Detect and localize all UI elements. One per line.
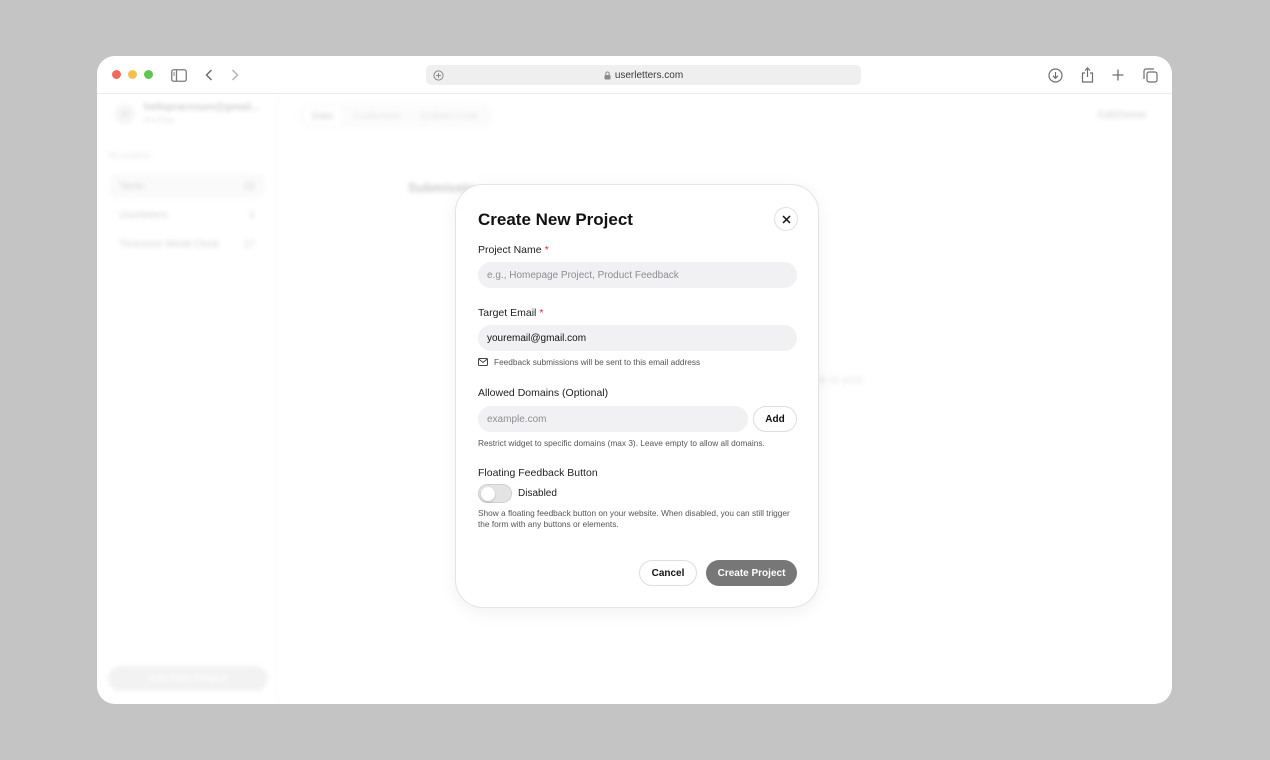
project-name-input[interactable]	[478, 262, 797, 288]
required-marker: *	[539, 307, 544, 319]
site-settings-icon[interactable]	[432, 69, 444, 81]
toggle-state-label: Disabled	[518, 488, 557, 499]
project-name-label-text: Project Name	[478, 244, 542, 256]
allowed-domains-label: Allowed Domains (Optional)	[478, 387, 609, 399]
back-icon[interactable]	[199, 65, 219, 85]
create-project-button[interactable]: Create Project	[706, 560, 797, 586]
email-hint: Feedback submissions will be sent to thi…	[478, 357, 700, 367]
sidebar-toggle-icon[interactable]	[169, 65, 189, 85]
browser-toolbar: userletters.com	[97, 56, 1172, 94]
url-text: userletters.com	[614, 69, 684, 81]
maximize-window-button[interactable]	[144, 70, 153, 79]
domains-hint: Restrict widget to specific domains (max…	[478, 438, 765, 448]
project-name-label: Project Name *	[478, 244, 549, 256]
browser-window: userletters.com H hellopracnsum@gmail...…	[97, 56, 1172, 704]
floating-button-label: Floating Feedback Button	[478, 467, 598, 479]
email-hint-text: Feedback submissions will be sent to thi…	[494, 357, 701, 367]
dialog-title: Create New Project	[478, 210, 633, 229]
forward-icon[interactable]	[225, 65, 245, 85]
domain-input[interactable]	[478, 406, 748, 432]
cancel-button[interactable]: Cancel	[639, 560, 697, 586]
address-bar[interactable]: userletters.com	[426, 65, 861, 85]
close-icon	[781, 214, 791, 224]
target-email-input[interactable]	[478, 325, 797, 351]
lock-icon	[604, 71, 611, 80]
floating-button-description: Show a floating feedback button on your …	[478, 508, 790, 529]
floating-button-toggle[interactable]	[478, 484, 512, 503]
tab-overview-icon[interactable]	[1140, 65, 1160, 85]
mail-icon	[478, 358, 488, 366]
downloads-icon[interactable]	[1045, 65, 1065, 85]
target-email-label-text: Target Email	[478, 307, 537, 319]
new-tab-icon[interactable]	[1108, 65, 1128, 85]
add-domain-button[interactable]: Add	[753, 406, 797, 432]
minimize-window-button[interactable]	[128, 70, 137, 79]
target-email-label: Target Email *	[478, 307, 543, 319]
toggle-knob	[481, 487, 495, 501]
required-marker: *	[544, 244, 549, 256]
close-dialog-button[interactable]	[774, 207, 798, 231]
close-window-button[interactable]	[112, 70, 121, 79]
create-project-dialog: Create New Project Project Name* Target …	[455, 184, 819, 608]
share-icon[interactable]	[1077, 65, 1097, 85]
